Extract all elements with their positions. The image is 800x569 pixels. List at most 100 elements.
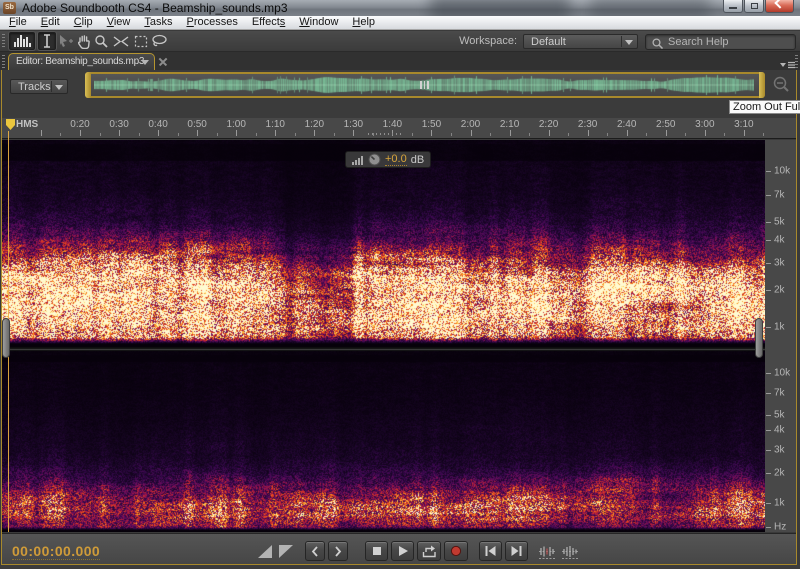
ruler-label: 2:40	[617, 119, 636, 130]
freq-label: Hz	[774, 522, 786, 533]
close-button[interactable]	[765, 0, 794, 13]
ruler-minor-tick	[295, 133, 296, 136]
freq-label: 3k	[774, 445, 785, 456]
menu-processes[interactable]: Processes	[179, 16, 244, 29]
ruler-label: 1:30	[344, 119, 363, 130]
marquee-rectangle-tool[interactable]	[132, 32, 149, 50]
menu-window[interactable]: Window	[292, 16, 345, 29]
menu-tasks[interactable]: Tasks	[137, 16, 179, 29]
zoom-tool[interactable]	[93, 32, 109, 50]
tracks-dropdown[interactable]: Tracks	[10, 79, 68, 94]
tab-close-button[interactable]	[158, 57, 168, 67]
menu-file[interactable]: File	[2, 16, 34, 29]
ruler-minor-tick	[412, 133, 413, 136]
loop-playback-button[interactable]	[417, 541, 441, 561]
panel-menu-icon	[780, 61, 796, 70]
play-icon	[397, 545, 409, 557]
panel-header: Editor: Beamship_sounds.mp3	[0, 52, 800, 70]
play-button[interactable]	[391, 541, 414, 561]
ruler-minor-tick	[607, 133, 608, 136]
selection-center-grip[interactable]	[420, 81, 431, 89]
ruler-tick	[275, 130, 276, 136]
ruler-scroll-grip[interactable]	[368, 133, 402, 135]
ruler-tick	[510, 130, 511, 136]
ruler-minor-tick	[646, 133, 647, 136]
panel-grip[interactable]	[2, 55, 5, 68]
titlebar[interactable]: Sb Adobe Soundbooth CS4 - Beamship_sound…	[0, 0, 800, 16]
transport-bar: 00:00:00.000	[2, 533, 796, 564]
next-button[interactable]	[328, 541, 348, 561]
ruler-ticks: 0:200:300:400:501:001:101:201:301:401:50…	[2, 118, 796, 138]
time-selection-tool[interactable]	[38, 32, 56, 50]
tab-dropdown-icon[interactable]	[141, 60, 149, 65]
move-tool[interactable]	[57, 32, 74, 50]
zoom-out-full-button[interactable]	[771, 75, 791, 95]
maximize-button[interactable]	[744, 0, 764, 13]
selection-handle-left[interactable]	[85, 72, 91, 98]
waveform-display-toggle[interactable]	[537, 543, 557, 560]
marquee-time-tool[interactable]	[111, 32, 130, 50]
hand-icon	[77, 34, 91, 49]
ruler-tick	[314, 130, 315, 136]
lasso-tool[interactable]	[150, 32, 169, 50]
ruler-minor-tick	[568, 133, 569, 136]
volume-value[interactable]: +0.0	[385, 153, 407, 166]
panel-grip-right[interactable]	[795, 55, 798, 68]
volume-knob-icon[interactable]	[368, 153, 381, 166]
menu-help[interactable]: Help	[345, 16, 382, 29]
previous-button[interactable]	[305, 541, 325, 561]
timeline-ruler[interactable]: HMS 0:200:300:400:501:001:101:201:301:40…	[2, 118, 796, 139]
menu-edit[interactable]: Edit	[34, 16, 67, 29]
freq-label: 1k	[774, 498, 785, 509]
overview-waveform-strip[interactable]	[85, 72, 765, 98]
spectral-display-toggle[interactable]	[560, 543, 580, 560]
menu-clip[interactable]: Clip	[67, 16, 100, 29]
volume-unit-label: dB	[411, 154, 424, 166]
frequency-display-tool[interactable]	[9, 32, 35, 50]
ibeam-icon	[41, 34, 53, 48]
app-icon: Sb	[3, 2, 16, 14]
volume-bars-icon	[352, 154, 364, 165]
workspace-dropdown[interactable]: Default	[523, 34, 638, 49]
channel-divider-handle-left[interactable]	[2, 318, 10, 358]
freq-tick	[766, 450, 771, 451]
maximize-icon	[751, 3, 758, 9]
ruler-tick	[197, 130, 198, 136]
ruler-tick	[158, 130, 159, 136]
ruler-label: 1:50	[422, 119, 441, 130]
ruler-tick	[431, 130, 432, 136]
search-input[interactable]	[668, 36, 792, 48]
selection-handle-right[interactable]	[759, 72, 765, 98]
frequency-display-icon	[12, 34, 32, 48]
time-display[interactable]: 00:00:00.000	[12, 543, 100, 560]
ruler-tick	[666, 130, 667, 136]
hand-tool[interactable]	[75, 32, 92, 50]
channel-divider-handle-right[interactable]	[755, 318, 763, 358]
ruler-label: 2:00	[461, 119, 480, 130]
freq-label: 5k	[774, 410, 785, 421]
chevron-down-icon	[55, 85, 63, 90]
go-to-end-button[interactable]	[505, 541, 528, 561]
spectrogram-canvas[interactable]	[2, 140, 765, 532]
freq-tick	[766, 240, 771, 241]
chevron-down-icon	[625, 40, 633, 45]
ruler-minor-tick	[451, 133, 452, 136]
search-help-box[interactable]	[645, 34, 796, 50]
fade-out-button[interactable]	[277, 543, 295, 559]
menu-view[interactable]: View	[100, 16, 138, 29]
zoom-out-icon	[771, 75, 791, 95]
freq-tick	[766, 373, 771, 374]
editor-tab[interactable]: Editor: Beamship_sounds.mp3	[8, 53, 155, 70]
menu-effects[interactable]: Effects	[245, 16, 292, 29]
minimize-button[interactable]	[723, 0, 743, 13]
editor-tab-title: Editor: Beamship_sounds.mp3	[16, 56, 144, 67]
stop-button[interactable]	[365, 541, 388, 561]
ruler-minor-tick	[100, 133, 101, 136]
toolbar-grip[interactable]	[2, 34, 5, 49]
panel-border-right	[796, 70, 797, 565]
skip-end-icon	[510, 545, 523, 557]
go-to-beginning-button[interactable]	[479, 541, 502, 561]
record-button[interactable]	[444, 541, 468, 561]
window-title: Adobe Soundbooth CS4 - Beamship_sounds.m…	[22, 0, 288, 16]
fade-in-button[interactable]	[256, 543, 274, 559]
